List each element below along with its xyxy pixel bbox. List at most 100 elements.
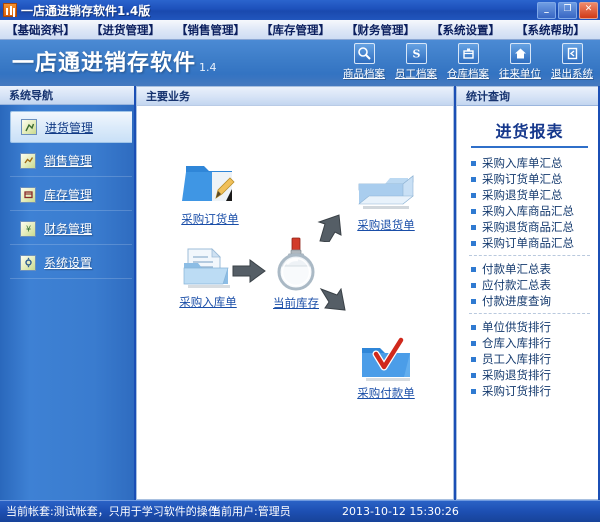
toolbar-button-employees[interactable]: S 员工档案 (394, 43, 438, 81)
menu-basic-data[interactable]: 【基础资料】 (0, 21, 81, 39)
menu-sales[interactable]: 【销售管理】 (170, 21, 251, 39)
purchase-icon (21, 119, 37, 135)
menu-settings[interactable]: 【系统设置】 (425, 21, 506, 39)
app-logo: 一店通进销存软件 1.4 (12, 50, 217, 76)
status-datetime: 2013-10-12 15:30:26 (342, 505, 459, 518)
report-item-return-goods-summary[interactable]: 采购退货商品汇总 (465, 219, 594, 235)
workflow-node-purchase-payment[interactable]: 采购付款单 (349, 334, 423, 401)
bullet-icon (471, 356, 476, 362)
toolbar-label-exit: 退出系统 (551, 68, 593, 80)
bullet-icon (471, 208, 476, 214)
sales-icon (20, 152, 36, 169)
folder-check-icon (362, 336, 410, 381)
bullet-icon (471, 266, 476, 272)
report-item-order-goods-summary[interactable]: 采购订单商品汇总 (465, 235, 594, 251)
application-window: 一店通进销存软件1.4版 _ ❐ ✕ 【基础资料】 【进货管理】 【销售管理】 … (0, 0, 600, 522)
report-label: 付款进度查询 (482, 294, 551, 308)
sidebar-nav-list: 进货管理 销售管理 库存管理 ¥ 财务管理 系统设置 (0, 105, 134, 279)
report-item-in-goods-summary[interactable]: 采购入库商品汇总 (465, 203, 594, 219)
report-label: 采购订货排行 (482, 384, 551, 398)
report-title-rule (471, 146, 588, 148)
report-label: 采购入库商品汇总 (482, 204, 574, 218)
svg-text:S: S (412, 48, 420, 61)
window-title: 一店通进销存软件1.4版 (21, 3, 151, 18)
arrow-stock-to-payment (319, 287, 351, 319)
report-group-ranking: 单位供货排行 仓库入库排行 员工入库排行 采购退货排行 采购订货排行 (465, 319, 594, 399)
report-item-order-rank[interactable]: 采购订货排行 (465, 383, 594, 399)
bullet-icon (471, 224, 476, 230)
toolbar-button-exit[interactable]: 退出系统 (550, 43, 594, 81)
bullet-icon (471, 282, 476, 288)
workflow-node-purchase-order[interactable]: 采购订货单 (173, 158, 247, 227)
menu-help[interactable]: 【系统帮助】 (510, 21, 591, 39)
bullet-icon (471, 372, 476, 378)
report-item-order-summary[interactable]: 采购订货单汇总 (465, 171, 594, 187)
report-item-payment-progress[interactable]: 付款进度查询 (465, 293, 594, 309)
sidebar: 系统导航 进货管理 销售管理 库存管理 ¥ 财务管理 系统设置 (0, 86, 134, 500)
minimize-button[interactable]: _ (537, 2, 556, 19)
report-item-in-summary[interactable]: 采购入库单汇总 (465, 155, 594, 171)
sidebar-label-settings: 系统设置 (44, 256, 93, 270)
report-item-payment-summary[interactable]: 付款单汇总表 (465, 261, 594, 277)
status-account: 当前帐套:测试帐套，只用于学习软件的操作 (6, 505, 219, 518)
sidebar-caption: 系统导航 (0, 86, 134, 105)
sidebar-item-purchase[interactable]: 进货管理 (10, 111, 132, 143)
sidebar-item-finance[interactable]: ¥ 财务管理 (10, 213, 132, 245)
window-controls: _ ❐ ✕ (537, 2, 598, 19)
toolbar-button-partners[interactable]: 往来单位 (498, 43, 542, 81)
report-divider-2 (469, 313, 590, 314)
bullet-icon (471, 160, 476, 166)
folder-pencil-icon (182, 166, 235, 201)
report-item-payable-summary[interactable]: 应付款汇总表 (465, 277, 594, 293)
bullet-icon (471, 240, 476, 246)
menu-finance[interactable]: 【财务管理】 (340, 21, 421, 39)
toolbar-button-warehouse[interactable]: 仓库档案 (446, 43, 490, 81)
close-button[interactable]: ✕ (579, 2, 598, 19)
report-group-payment: 付款单汇总表 应付款汇总表 付款进度查询 (465, 261, 594, 309)
maximize-button[interactable]: ❐ (558, 2, 577, 19)
workflow-label-purchase-return: 采购退货单 (357, 218, 415, 232)
menu-inventory[interactable]: 【库存管理】 (255, 21, 336, 39)
chart-icon (3, 3, 17, 17)
toolbar-button-products[interactable]: 商品档案 (342, 43, 386, 81)
sidebar-item-settings[interactable]: 系统设置 (10, 247, 132, 279)
sidebar-label-sales: 销售管理 (44, 154, 93, 168)
workflow-label-purchase-payment: 采购付款单 (357, 386, 415, 400)
report-label: 单位供货排行 (482, 320, 551, 334)
finance-icon: ¥ (20, 220, 36, 237)
maximize-glyph: ❐ (563, 4, 572, 14)
person-s-icon: S (405, 43, 427, 64)
main-panel: 主要业务 采购订货单 采购退货单 采购入库单 当前库存 采购付款单 (136, 86, 454, 500)
bullet-icon (471, 324, 476, 330)
body-region: 系统导航 进货管理 销售管理 库存管理 ¥ 财务管理 系统设置 主要业务 采购订… (0, 86, 600, 500)
report-item-supplier-rank[interactable]: 单位供货排行 (465, 319, 594, 335)
arrow-stock-to-return (317, 214, 349, 245)
logo-version: 1.4 (199, 61, 217, 74)
magnifier-icon (353, 43, 375, 64)
sidebar-label-purchase: 进货管理 (45, 120, 94, 135)
report-label: 仓库入库排行 (482, 336, 551, 350)
logo-text: 一店通进销存软件 (12, 50, 197, 76)
report-label: 付款单汇总表 (482, 262, 551, 276)
status-bar: 当前帐套:测试帐套，只用于学习软件的操作 当前用户:管理员 2013-10-12… (0, 500, 600, 522)
toolbar-label-warehouse: 仓库档案 (447, 68, 489, 80)
workflow-label-purchase-order: 采购订货单 (181, 212, 239, 226)
report-item-return-rank[interactable]: 采购退货排行 (465, 367, 594, 383)
report-item-warehouse-rank[interactable]: 仓库入库排行 (465, 335, 594, 351)
sidebar-item-sales[interactable]: 销售管理 (10, 145, 132, 177)
sidebar-label-stock: 库存管理 (44, 188, 93, 202)
report-item-return-summary[interactable]: 采购退货单汇总 (465, 187, 594, 203)
menu-purchase[interactable]: 【进货管理】 (85, 21, 166, 39)
settings-icon (20, 254, 36, 271)
arrow-in-to-stock (232, 258, 266, 287)
toolbar-label-products: 商品档案 (343, 68, 385, 80)
report-label: 采购订单商品汇总 (482, 236, 574, 250)
report-label: 采购订货单汇总 (482, 172, 563, 186)
stock-icon (20, 186, 36, 203)
home-icon (509, 43, 531, 64)
report-divider-1 (469, 255, 590, 256)
report-item-employee-rank[interactable]: 员工入库排行 (465, 351, 594, 367)
workflow-node-purchase-return[interactable]: 采购退货单 (349, 168, 423, 233)
sidebar-item-stock[interactable]: 库存管理 (10, 179, 132, 211)
report-label: 采购退货商品汇总 (482, 220, 574, 234)
